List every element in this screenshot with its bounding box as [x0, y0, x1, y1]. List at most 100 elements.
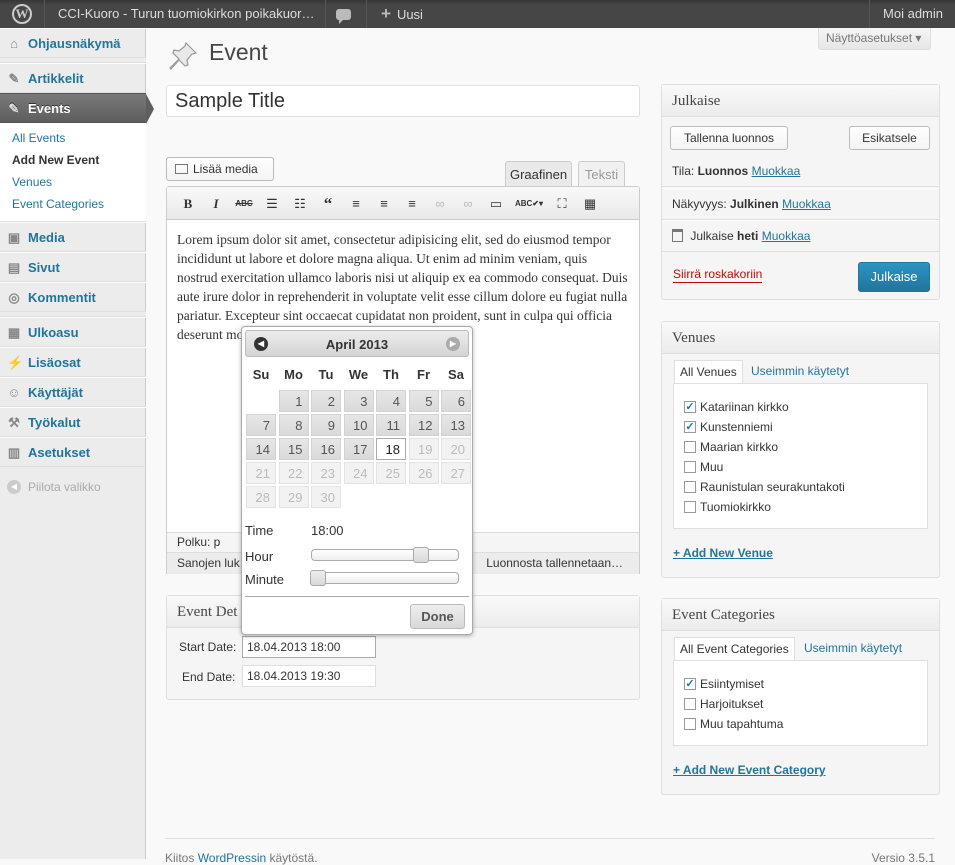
- save-draft-button[interactable]: Tallenna luonnos: [670, 126, 788, 150]
- category-item[interactable]: Harjoitukset: [684, 695, 763, 713]
- done-button[interactable]: Done: [410, 604, 465, 629]
- menu-comments[interactable]: ◎ Kommentit: [0, 282, 146, 312]
- category-item[interactable]: ✓ Esiintymiset: [684, 675, 764, 693]
- venue-item[interactable]: Raunistulan seurakuntakoti: [684, 478, 845, 496]
- hour-slider[interactable]: [311, 547, 459, 563]
- align-left-icon[interactable]: ≡: [346, 194, 366, 214]
- calendar-day[interactable]: 29: [278, 486, 309, 508]
- publish-button[interactable]: Julkaise: [858, 262, 930, 292]
- category-item[interactable]: Muu tapahtuma: [684, 715, 783, 733]
- bold-icon[interactable]: B: [178, 194, 198, 214]
- menu-tools[interactable]: ⚒ Työkalut: [0, 407, 146, 437]
- calendar-day[interactable]: 10: [343, 414, 374, 436]
- calendar-day[interactable]: 6: [441, 390, 471, 412]
- move-to-trash-link[interactable]: Siirrä roskakoriin: [673, 267, 763, 283]
- title-input[interactable]: Sample Title: [166, 85, 640, 117]
- checkbox[interactable]: ✓: [684, 401, 696, 413]
- strikethrough-icon[interactable]: ABC: [234, 194, 254, 214]
- tab-text[interactable]: Teksti: [578, 161, 625, 187]
- previous-month-icon[interactable]: ◀: [254, 337, 268, 351]
- calendar-day[interactable]: 24: [343, 462, 374, 484]
- more-tag-icon[interactable]: ▭: [486, 194, 506, 214]
- calendar-day[interactable]: 15: [278, 438, 309, 460]
- calendar-day[interactable]: 3: [343, 390, 374, 412]
- calendar-day[interactable]: 1: [278, 390, 309, 412]
- preview-button[interactable]: Esikatsele: [849, 126, 930, 150]
- site-name-link[interactable]: CCI-Kuoro - Turun tuomiokirkon poikakuor…: [58, 0, 315, 28]
- tab-most-used-categories[interactable]: Useimmin käytetyt: [799, 637, 907, 661]
- tab-all-venues[interactable]: All Venues: [674, 360, 743, 384]
- italic-icon[interactable]: I: [206, 194, 226, 214]
- hour-slider-handle[interactable]: [413, 547, 430, 563]
- calendar-day[interactable]: 9: [311, 414, 341, 436]
- calendar-day[interactable]: 12: [408, 414, 439, 436]
- screen-options-button[interactable]: Näyttöasetukset ▾: [818, 28, 931, 50]
- next-month-icon[interactable]: ▶: [446, 337, 460, 351]
- menu-appearance[interactable]: ▦ Ulkoasu: [0, 317, 146, 347]
- venue-item[interactable]: ✓ Katariinan kirkko: [684, 398, 789, 416]
- calendar-day[interactable]: 22: [278, 462, 309, 484]
- event-categories-title[interactable]: Event Categories: [662, 599, 939, 631]
- fullscreen-icon[interactable]: ⛶: [552, 194, 572, 214]
- calendar-day[interactable]: 5: [408, 390, 439, 412]
- calendar-day[interactable]: 16: [311, 438, 341, 460]
- add-new-event-category-link[interactable]: + Add New Event Category: [673, 763, 826, 777]
- minute-slider-handle[interactable]: [310, 570, 326, 586]
- calendar-day[interactable]: 4: [376, 390, 406, 412]
- venue-item[interactable]: ✓ Kunstenniemi: [684, 418, 773, 436]
- submenu-add-new-event[interactable]: Add New Event: [0, 149, 146, 171]
- edit-status-link[interactable]: Muokkaa: [752, 164, 801, 178]
- menu-pages[interactable]: ▤ Sivut: [0, 252, 146, 282]
- checkbox[interactable]: [684, 698, 696, 710]
- submenu-all-events[interactable]: All Events: [0, 127, 146, 149]
- checkbox[interactable]: [684, 718, 696, 730]
- checkbox[interactable]: [684, 461, 696, 473]
- minute-slider[interactable]: [310, 570, 459, 586]
- menu-settings[interactable]: ▥ Asetukset: [0, 437, 146, 467]
- end-date-input[interactable]: 18.04.2013 19:30: [242, 665, 376, 687]
- numbered-list-icon[interactable]: ☷: [290, 194, 310, 214]
- kitchen-sink-icon[interactable]: ▦: [580, 194, 600, 214]
- calendar-day[interactable]: 26: [408, 462, 439, 484]
- new-content-menu[interactable]: + Uusi: [381, 0, 423, 28]
- spellcheck-icon[interactable]: ABC✔▾: [514, 194, 544, 214]
- edit-visibility-link[interactable]: Muokkaa: [782, 197, 831, 211]
- align-center-icon[interactable]: ≡: [374, 194, 394, 214]
- calendar-day[interactable]: 11: [376, 414, 406, 436]
- menu-plugins[interactable]: ⚡ Lisäosat: [0, 347, 146, 377]
- calendar-day[interactable]: 14: [246, 438, 276, 460]
- calendar-day[interactable]: 25: [376, 462, 406, 484]
- calendar-day[interactable]: 8: [278, 414, 309, 436]
- start-date-input[interactable]: 18.04.2013 18:00: [242, 636, 376, 658]
- blockquote-icon[interactable]: “: [318, 194, 338, 214]
- calendar-day[interactable]: 13: [441, 414, 471, 436]
- calendar-day[interactable]: 20: [441, 438, 471, 460]
- venue-item[interactable]: Tuomiokirkko: [684, 498, 771, 516]
- calendar-day[interactable]: 28: [246, 486, 276, 508]
- checkbox[interactable]: ✓: [684, 678, 696, 690]
- tab-most-used-venues[interactable]: Useimmin käytetyt: [746, 360, 854, 384]
- menu-events[interactable]: ✎ Events: [0, 93, 154, 124]
- submenu-venues[interactable]: Venues: [0, 171, 146, 193]
- checkbox[interactable]: ✓: [684, 421, 696, 433]
- comments-icon[interactable]: [336, 0, 364, 28]
- add-media-button[interactable]: Lisää media: [166, 157, 274, 181]
- calendar-day[interactable]: 7: [246, 414, 276, 436]
- calendar-day[interactable]: 27: [441, 462, 471, 484]
- menu-posts[interactable]: ✎ Artikkelit: [0, 63, 146, 93]
- calendar-day[interactable]: 19: [408, 438, 439, 460]
- tab-visual[interactable]: Graafinen: [505, 161, 572, 187]
- add-new-venue-link[interactable]: + Add New Venue: [673, 546, 773, 560]
- menu-users[interactable]: ☺ Käyttäjät: [0, 377, 146, 407]
- calendar-day[interactable]: 17: [343, 438, 374, 460]
- calendar-day[interactable]: 21: [246, 462, 276, 484]
- collapse-menu-button[interactable]: ◀ Piilota valikko: [0, 472, 146, 502]
- calendar-day[interactable]: 23: [311, 462, 341, 484]
- menu-media[interactable]: ▣ Media: [0, 222, 146, 252]
- align-right-icon[interactable]: ≡: [402, 194, 422, 214]
- submenu-event-categories[interactable]: Event Categories: [0, 193, 146, 215]
- link-icon[interactable]: ∞: [430, 194, 450, 214]
- edit-schedule-link[interactable]: Muokkaa: [762, 229, 811, 243]
- unlink-icon[interactable]: ∞: [458, 194, 478, 214]
- checkbox[interactable]: [684, 441, 696, 453]
